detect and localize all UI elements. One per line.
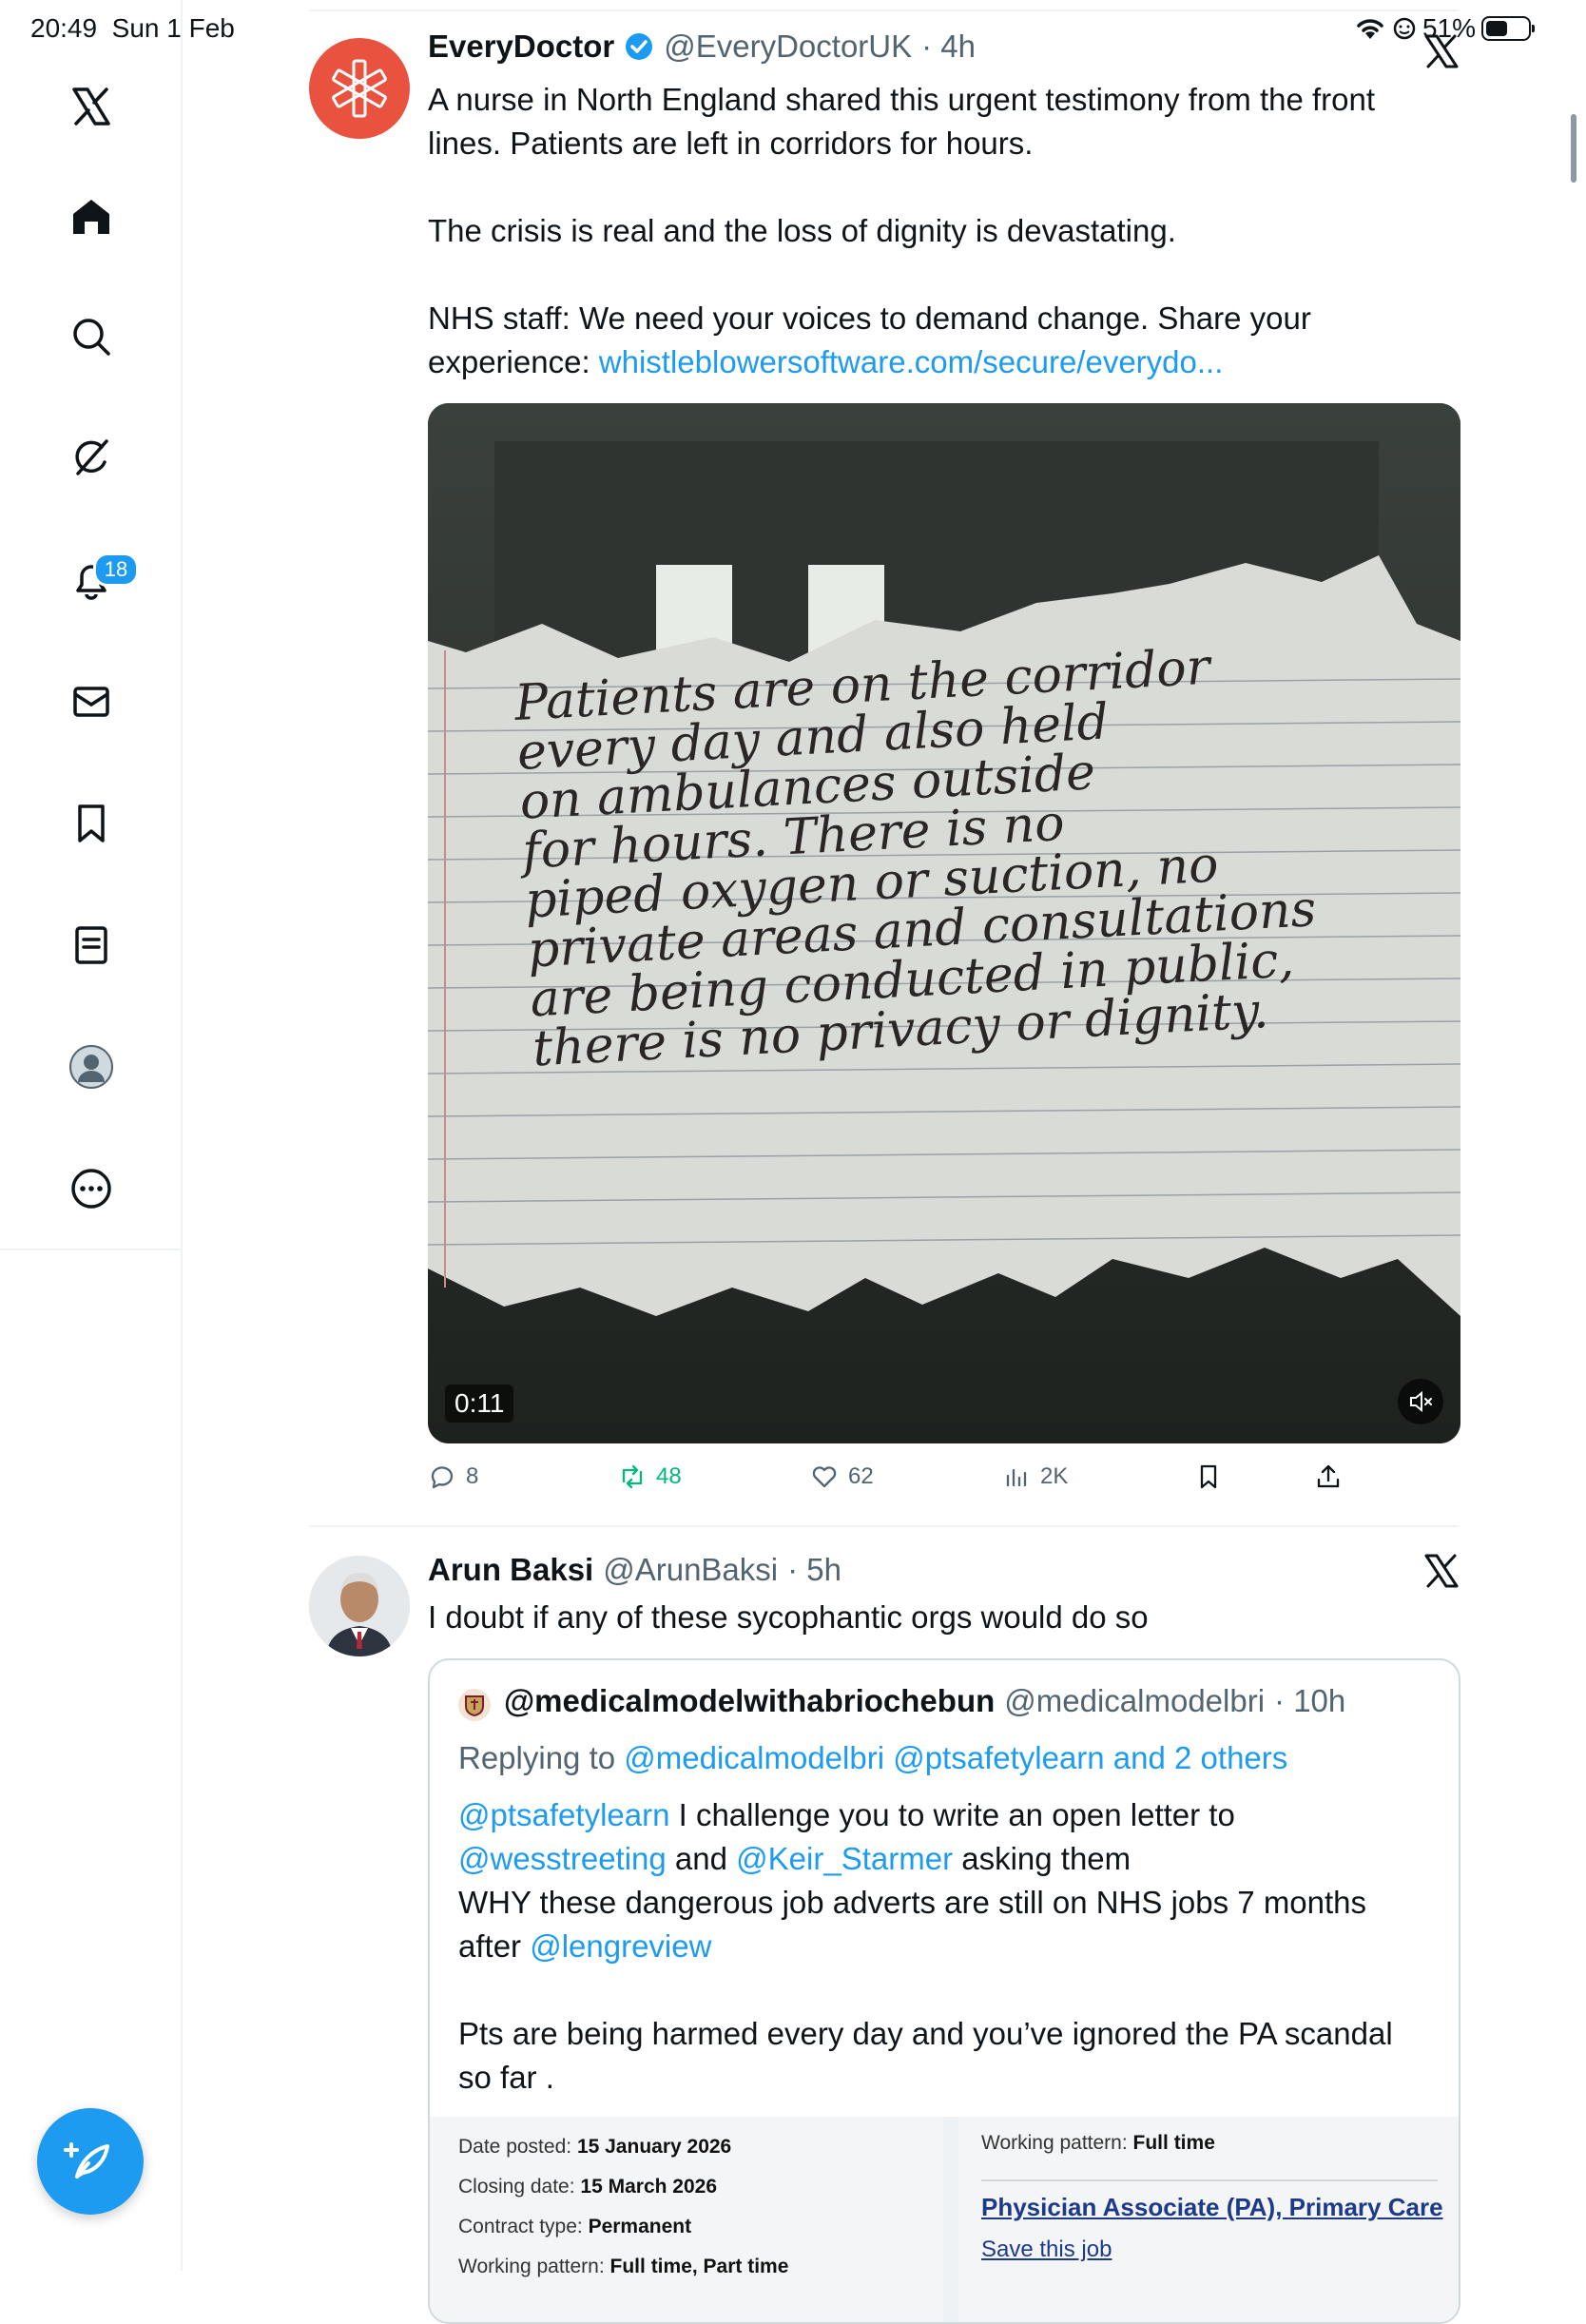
quoted-author-avatar[interactable] bbox=[458, 1689, 491, 1721]
bookmarks-icon[interactable] bbox=[57, 789, 126, 858]
tweet1-header: EveryDoctor @EveryDoctorUK · 4h bbox=[428, 29, 976, 65]
tweet1-paragraph-2: The crisis is real and the loss of digni… bbox=[428, 213, 1176, 248]
home-icon[interactable] bbox=[57, 183, 126, 251]
bookmark-icon bbox=[1200, 1464, 1217, 1489]
video-duration: 0:11 bbox=[445, 1385, 514, 1423]
medical-asterisk-logo-icon bbox=[332, 59, 387, 118]
battery-icon bbox=[1481, 16, 1535, 41]
date-posted: Date posted: 15 January 2026 bbox=[458, 2136, 732, 2158]
quoted-image[interactable]: Date posted: 15 January 2026 Closing dat… bbox=[430, 2117, 1459, 2322]
timeline-divider bbox=[309, 10, 1460, 11]
whistleblower-link[interactable]: whistleblowersoftware.com/secure/everydo… bbox=[599, 344, 1224, 379]
replying-to-link[interactable]: @medicalmodelbri @ptsafetylearn and 2 ot… bbox=[624, 1740, 1287, 1775]
author-name[interactable]: EveryDoctor bbox=[428, 29, 614, 65]
grok-icon[interactable] bbox=[57, 424, 126, 493]
mention-wesstreeting[interactable]: @wesstreeting bbox=[458, 1841, 667, 1876]
tweet1-paragraph-3: NHS staff: We need your voices to demand… bbox=[428, 300, 1311, 379]
scrollbar[interactable] bbox=[1571, 114, 1576, 183]
messages-icon[interactable] bbox=[57, 668, 126, 736]
reply-count: 8 bbox=[466, 1463, 479, 1489]
notifications-badge: 18 bbox=[93, 552, 139, 587]
repost-count: 48 bbox=[656, 1463, 682, 1489]
more-options-icon[interactable] bbox=[57, 1154, 126, 1223]
quoted-post-time: · 10h bbox=[1274, 1683, 1346, 1718]
tweet2-text: I doubt if any of these sycophantic orgs… bbox=[428, 1599, 1149, 1635]
closing-date: Closing date: 15 March 2026 bbox=[458, 2176, 718, 2198]
repost-button[interactable]: 48 bbox=[618, 1462, 682, 1491]
working-pattern-right: Working pattern: Full time bbox=[981, 2132, 1215, 2154]
lists-icon[interactable] bbox=[57, 911, 126, 979]
quoted-text: @ptsafetylearn I challenge you to write … bbox=[458, 1797, 1393, 2095]
save-job-link: Save this job bbox=[981, 2237, 1112, 2262]
reply-button[interactable]: 8 bbox=[428, 1462, 478, 1491]
sidebar-divider bbox=[0, 1249, 183, 1250]
author-name[interactable]: Arun Baksi bbox=[428, 1552, 593, 1588]
working-pattern: Working pattern: Full time, Part time bbox=[458, 2256, 789, 2277]
contract-type: Contract type: Permanent bbox=[458, 2216, 692, 2237]
reply-icon bbox=[431, 1466, 454, 1489]
author-handle[interactable]: @EveryDoctorUK bbox=[664, 29, 912, 65]
speaker-muted-icon bbox=[1410, 1390, 1432, 1413]
mention-ptsafetylearn[interactable]: @ptsafetylearn bbox=[458, 1797, 669, 1832]
compose-feather-icon bbox=[64, 2142, 109, 2179]
bookmark-button[interactable] bbox=[1194, 1462, 1223, 1491]
views-button[interactable]: 2K bbox=[1002, 1462, 1068, 1491]
job-title-link: Physician Associate (PA), Primary Care bbox=[981, 2193, 1443, 2221]
person-photo-icon bbox=[309, 1556, 410, 1656]
post-time: · 5h bbox=[787, 1552, 841, 1587]
x-logo-icon[interactable] bbox=[57, 72, 126, 141]
share-button[interactable] bbox=[1314, 1462, 1343, 1491]
compose-post-button[interactable] bbox=[37, 2108, 144, 2215]
repost-icon bbox=[622, 1464, 643, 1489]
analytics-icon bbox=[1006, 1468, 1027, 1487]
arun-baksi-avatar[interactable] bbox=[309, 1556, 410, 1656]
tweet1-paragraph-1: A nurse in North England shared this urg… bbox=[428, 82, 1376, 161]
quoted-post[interactable]: @medicalmodelwithabriochebun @medicalmod… bbox=[428, 1658, 1460, 2324]
quoted-header: @medicalmodelwithabriochebun @medicalmod… bbox=[504, 1683, 1345, 1719]
quoted-author-name: @medicalmodelwithabriochebun bbox=[504, 1683, 996, 1718]
mute-button[interactable] bbox=[1398, 1379, 1443, 1424]
everydoctor-avatar[interactable] bbox=[309, 38, 410, 139]
replying-to: Replying to @medicalmodelbri @ptsafetyle… bbox=[458, 1740, 1288, 1775]
quoted-author-handle: @medicalmodelbri bbox=[1004, 1683, 1266, 1718]
x-logo-icon-tweet2 bbox=[1422, 1552, 1460, 1595]
wifi-icon bbox=[1357, 19, 1383, 39]
profile-avatar-icon[interactable] bbox=[57, 1033, 126, 1101]
verified-badge-icon bbox=[626, 33, 653, 60]
x-logo-icon-tweet1 bbox=[1422, 32, 1460, 75]
tweet-separator bbox=[309, 1525, 1460, 1527]
mention-lengreview[interactable]: @lengreview bbox=[530, 1928, 711, 1964]
crest-icon bbox=[465, 1695, 484, 1717]
like-button[interactable]: 62 bbox=[810, 1462, 874, 1491]
author-handle[interactable]: @ArunBaksi bbox=[603, 1552, 778, 1588]
share-icon bbox=[1317, 1464, 1340, 1488]
like-count: 62 bbox=[848, 1463, 874, 1489]
post-time: · 4h bbox=[921, 29, 977, 64]
search-icon[interactable] bbox=[57, 302, 126, 371]
heart-icon bbox=[812, 1466, 837, 1488]
tweet1-video[interactable]: Patients are on the corridor every day a… bbox=[428, 403, 1460, 1443]
focus-face-icon bbox=[1393, 17, 1416, 40]
view-count: 2K bbox=[1040, 1463, 1069, 1489]
mention-keir-starmer[interactable]: @Keir_Starmer bbox=[736, 1841, 953, 1876]
tweet2-header: Arun Baksi @ArunBaksi · 5h bbox=[428, 1552, 841, 1588]
handwritten-note: Patients are on the corridor every day a… bbox=[513, 638, 1323, 1078]
snippet-divider bbox=[981, 2179, 1438, 2181]
tweet1-text: A nurse in North England shared this urg… bbox=[428, 78, 1455, 384]
